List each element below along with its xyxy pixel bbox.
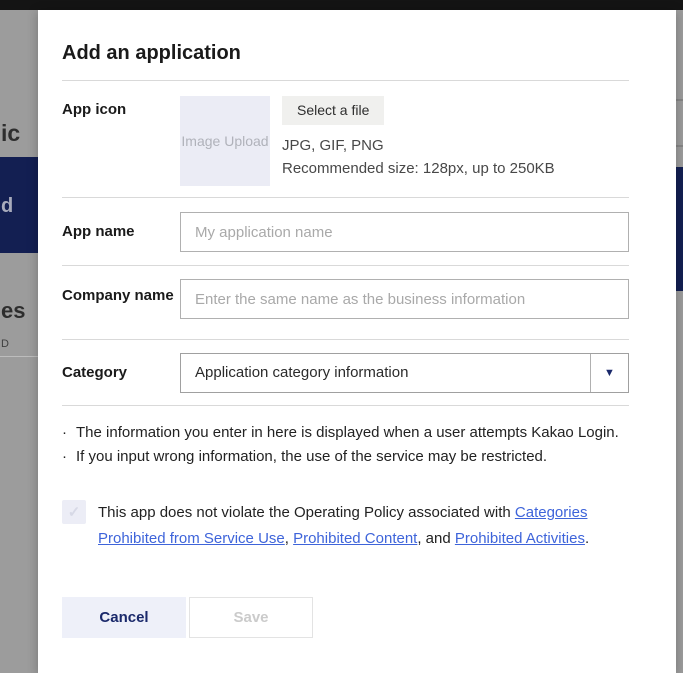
company-name-label: Company name bbox=[62, 279, 180, 309]
policy-text-sep: , and bbox=[417, 530, 455, 547]
background-divider bbox=[676, 99, 683, 101]
background-text-fragment: d bbox=[1, 195, 13, 218]
image-upload-placeholder: Image Upload bbox=[181, 131, 268, 152]
category-row: Category Application category informatio… bbox=[62, 340, 629, 405]
app-icon-label: App icon bbox=[62, 96, 180, 186]
policy-text: This app does not violate the Operating … bbox=[98, 500, 629, 552]
policy-checkbox[interactable]: ✓ bbox=[62, 500, 86, 524]
app-name-input[interactable] bbox=[180, 212, 629, 252]
checkmark-icon: ✓ bbox=[68, 505, 81, 520]
select-file-button[interactable]: Select a file bbox=[282, 96, 384, 125]
add-application-modal: Add an application App icon Image Upload… bbox=[38, 10, 676, 673]
policy-text-sep: , bbox=[285, 530, 293, 547]
note-line: · If you input wrong information, the us… bbox=[62, 445, 629, 469]
background-left-strip: ic d es D bbox=[0, 10, 38, 673]
notes-section: · The information you enter in here is d… bbox=[62, 406, 629, 469]
cancel-button[interactable]: Cancel bbox=[62, 597, 186, 638]
category-label: Category bbox=[62, 353, 180, 383]
category-select-arrow-button[interactable]: ▼ bbox=[590, 354, 628, 392]
modal-button-row: Cancel Save bbox=[62, 597, 629, 638]
app-name-row: App name bbox=[62, 198, 629, 265]
policy-text-suffix: . bbox=[585, 530, 589, 547]
note-text: The information you enter in here is dis… bbox=[76, 421, 619, 445]
background-navy-banner: d bbox=[0, 157, 38, 253]
background-navy-banner bbox=[676, 167, 683, 291]
file-formats-hint: JPG, GIF, PNG bbox=[282, 138, 555, 153]
link-prohibited-content[interactable]: Prohibited Content bbox=[293, 530, 417, 547]
app-name-label: App name bbox=[62, 212, 180, 242]
app-icon-row: App icon Image Upload Select a file JPG,… bbox=[62, 81, 629, 197]
background-divider bbox=[0, 356, 38, 357]
category-select-value: Application category information bbox=[195, 354, 408, 392]
note-line: · The information you enter in here is d… bbox=[62, 421, 629, 445]
policy-text-prefix: This app does not violate the Operating … bbox=[98, 504, 515, 521]
save-button[interactable]: Save bbox=[189, 597, 313, 638]
background-right-strip bbox=[676, 10, 683, 673]
bullet-icon: · bbox=[62, 445, 76, 469]
background-text-fragment: es bbox=[1, 298, 25, 324]
modal-title: Add an application bbox=[62, 38, 629, 68]
background-text-fragment: ic bbox=[1, 120, 20, 147]
note-text: If you input wrong information, the use … bbox=[76, 445, 547, 469]
bullet-icon: · bbox=[62, 421, 76, 445]
background-top-nav-bar bbox=[0, 0, 683, 10]
link-prohibited-activities[interactable]: Prohibited Activities bbox=[455, 530, 585, 547]
chevron-down-icon: ▼ bbox=[604, 368, 615, 379]
background-text-fragment: D bbox=[1, 338, 9, 350]
background-divider bbox=[676, 145, 683, 147]
image-upload-dropzone[interactable]: Image Upload bbox=[180, 96, 270, 186]
company-name-row: Company name bbox=[62, 266, 629, 339]
policy-agreement-row: ✓ This app does not violate the Operatin… bbox=[62, 500, 629, 552]
file-size-hint: Recommended size: 128px, up to 250KB bbox=[282, 161, 555, 176]
category-select[interactable]: Application category information ▼ bbox=[180, 353, 629, 393]
company-name-input[interactable] bbox=[180, 279, 629, 319]
